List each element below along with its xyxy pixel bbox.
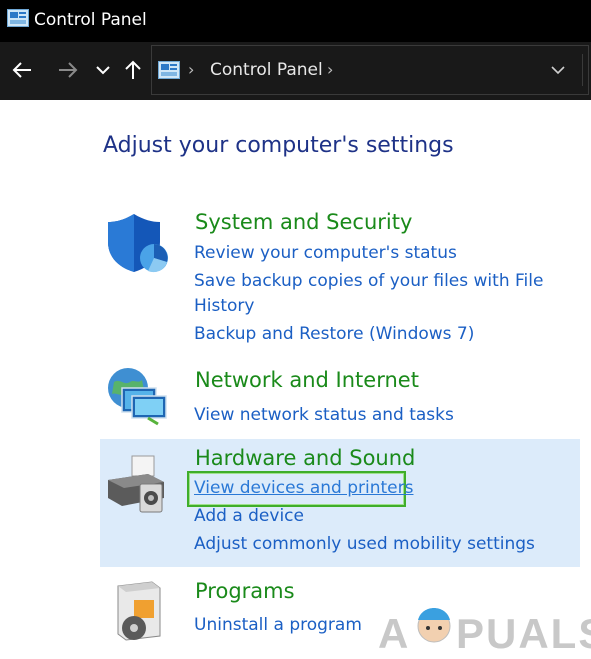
window-title: Control Panel [34, 10, 147, 30]
shield-icon [108, 214, 168, 273]
link-uninstall-program[interactable]: Uninstall a program [194, 613, 362, 637]
watermark-logo: A PUALS [378, 608, 591, 657]
breadcrumb-separator-icon[interactable]: › [327, 58, 333, 82]
link-save-backup[interactable]: Save backup copies of your files with Fi… [194, 269, 543, 293]
forward-arrow-icon[interactable] [55, 56, 81, 84]
control-panel-icon [7, 9, 29, 27]
svg-text:A: A [378, 610, 410, 657]
page-heading: Adjust your computer's settings [103, 133, 454, 158]
category-hardware-and-sound[interactable]: Hardware and Sound [195, 444, 415, 472]
address-dropdown-icon[interactable] [548, 57, 568, 81]
link-save-backup-cont[interactable]: History [194, 294, 254, 318]
svg-text:PUALS: PUALS [456, 610, 591, 657]
up-arrow-icon[interactable] [120, 56, 146, 84]
back-arrow-icon[interactable] [9, 56, 35, 84]
breadcrumb-control-panel[interactable]: Control Panel [210, 59, 323, 81]
category-programs[interactable]: Programs [195, 577, 295, 605]
link-view-devices-printers[interactable]: View devices and printers [194, 476, 413, 500]
breadcrumb-separator-icon[interactable]: › [188, 58, 194, 82]
chevron-down-icon[interactable] [90, 56, 116, 84]
programs-box-icon [117, 581, 161, 641]
printer-icon [108, 455, 164, 513]
address-bar[interactable]: › Control Panel › [151, 45, 589, 95]
category-network-and-internet[interactable]: Network and Internet [195, 366, 419, 394]
category-system-and-security[interactable]: System and Security [195, 208, 412, 236]
address-divider [582, 54, 583, 86]
navigation-bar: › Control Panel › [0, 42, 591, 100]
link-backup-restore[interactable]: Backup and Restore (Windows 7) [194, 322, 474, 346]
control-panel-icon [158, 61, 180, 79]
network-globe-icon [108, 368, 167, 426]
link-mobility-settings[interactable]: Adjust commonly used mobility settings [194, 532, 535, 556]
link-network-status[interactable]: View network status and tasks [194, 403, 454, 427]
link-add-device[interactable]: Add a device [194, 504, 304, 528]
title-bar: Control Panel [0, 0, 591, 42]
link-review-status[interactable]: Review your computer's status [194, 241, 457, 265]
